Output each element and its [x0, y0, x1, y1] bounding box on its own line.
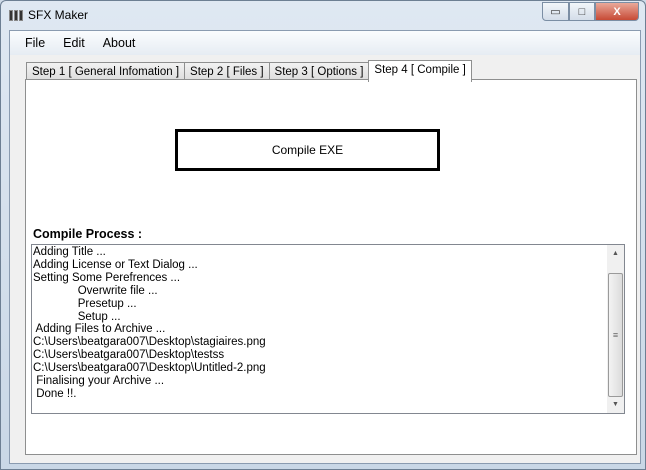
menu-about[interactable]: About	[94, 31, 145, 55]
log-line: Setting Some Perefrences ...	[33, 271, 181, 284]
log-line: C:\Users\beatgara007\Desktop\Untitled-2.…	[33, 362, 266, 375]
compile-log-textbox[interactable]: Adding Title ... Adding License or Text D…	[31, 244, 625, 414]
compile-tab-panel: Compile EXE Compile Process : Adding Tit…	[25, 79, 637, 455]
scroll-up-arrow-icon[interactable]: ▲	[607, 245, 624, 262]
log-line: Finalising your Archive ...	[33, 375, 165, 388]
close-button[interactable]: X	[595, 2, 639, 21]
window-frame: SFX Maker ▭ □ X File Edit About Step 1 […	[0, 0, 646, 470]
log-line: Overwrite file ...	[33, 284, 158, 297]
window-title: SFX Maker	[28, 8, 89, 22]
log-line: Adding License or Text Dialog ...	[33, 258, 198, 271]
tab-strip: Step 1 [ General Infomation ] Step 2 [ F…	[26, 59, 472, 82]
log-text: Adding Title ... Adding License or Text D…	[33, 246, 608, 401]
log-line: C:\Users\beatgara007\Desktop\stagiaires.…	[33, 336, 266, 349]
log-line: Adding Files to Archive ...	[33, 323, 166, 336]
log-line: Adding Title ...	[33, 246, 106, 258]
log-line: Setup ...	[33, 310, 121, 323]
compile-exe-button[interactable]: Compile EXE	[175, 129, 440, 171]
log-line: Presetup ...	[33, 297, 137, 310]
log-line: C:\Users\beatgara007\Desktop\testss	[33, 349, 225, 362]
compile-process-label: Compile Process :	[33, 227, 143, 241]
app-icon	[9, 10, 23, 21]
menu-bar: File Edit About	[10, 31, 640, 55]
menu-file[interactable]: File	[16, 31, 54, 55]
scroll-thumb[interactable]: ≡	[608, 273, 623, 397]
scroll-down-arrow-icon[interactable]: ▼	[607, 396, 624, 413]
minimize-button[interactable]: ▭	[542, 2, 569, 21]
log-line: Done !!.	[33, 387, 77, 400]
grip-icon: ≡	[612, 330, 619, 340]
tab-step4[interactable]: Step 4 [ Compile ]	[368, 60, 472, 82]
vertical-scrollbar[interactable]: ▲ ≡ ▼	[607, 245, 624, 413]
client-area: File Edit About Step 1 [ General Infomat…	[9, 30, 641, 464]
maximize-button[interactable]: □	[569, 2, 595, 21]
menu-edit[interactable]: Edit	[54, 31, 94, 55]
